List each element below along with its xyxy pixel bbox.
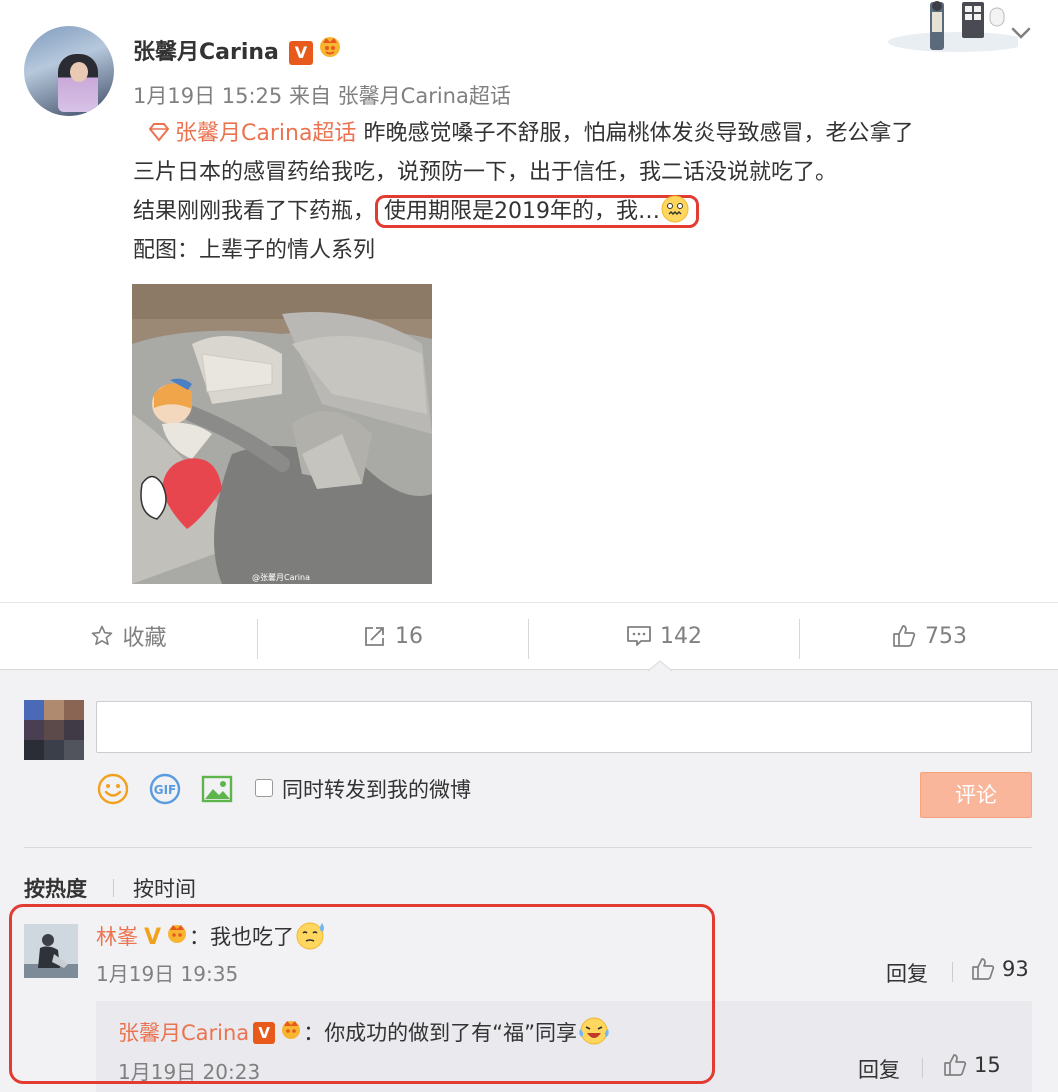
divider [24,847,1032,848]
post-text-line4: 配图：上辈子的情人系列 [133,238,376,263]
post-meta: 1月19日 15:25 来自 张馨月Carina超话 [133,80,511,110]
post-source[interactable]: 张馨月Carina超话 [338,84,511,108]
sort-by-hot-tab[interactable]: 按热度 [24,873,87,903]
comment-text: 我也吃了 [210,925,295,949]
reply-to-reply-button[interactable]: 回复 [858,1054,900,1084]
divider [952,962,953,982]
post-photo[interactable]: @张馨月Carina [132,284,432,584]
thumbs-up-icon [944,1054,967,1076]
crown-badge-icon [168,925,187,943]
comment-count: 142 [660,623,702,649]
comment-caret-icon [648,660,672,672]
post-text: 张馨月Carina超话 昨晚感觉嗓子不舒服，怕扁桃体发炎导致感冒，老公拿了 三片… [133,114,1033,270]
highlighted-phrase: 使用期限是2019年的，我… [375,195,700,228]
favorite-label: 收藏 [122,626,167,651]
comment-icon [627,626,651,646]
thumbs-up-icon [972,958,995,980]
comment-like-count: 93 [1002,957,1029,981]
commenter-avatar-illustration [24,924,78,978]
sort-by-time-tab[interactable]: 按时间 [133,873,196,903]
photo-illustration: @张馨月Carina [132,284,432,584]
thumbs-up-icon [893,625,916,647]
super-topic-link[interactable]: 张馨月Carina超话 [175,121,356,146]
reply-author-name[interactable]: 张馨月Carina [118,1021,249,1045]
reply-colon: ： [303,1021,325,1045]
action-bar: 收藏 16 142 753 [0,602,1058,670]
repost-count: 16 [395,623,423,649]
repost-button[interactable]: 16 [258,603,528,669]
photo-watermark: @张馨月Carina [252,573,310,582]
verified-badge-icon: V [253,1022,276,1044]
post-text-line3b: 使用期限是2019年的，我… [384,199,661,224]
crown-badge-icon [282,1021,301,1039]
chevron-down-icon[interactable] [1010,22,1032,44]
star-icon [92,625,113,646]
reply-line: 张馨月Carina V ：你成功的做到了有“福”同享 [118,1015,611,1047]
my-avatar[interactable] [24,700,84,760]
comment-input[interactable] [96,701,1032,753]
decoration-illustration-icon [888,1,1018,52]
smiley-icon[interactable] [96,772,130,806]
comment-line: 林峯 V ：我也吃了 [96,919,328,951]
topic-diamond-icon [148,123,170,142]
reply-text: 你成功的做到了有“福”同享 [324,1021,577,1045]
laugh-cry-emoji-icon [579,1017,609,1045]
sort-divider [113,879,114,897]
comment-colon: ： [189,925,211,949]
reply-time: 1月19日 20:23 [118,1060,261,1084]
post-text-line3a: 结果刚刚我看了下药瓶， [133,199,376,224]
author-name[interactable]: 张馨月Carina [133,40,279,65]
gif-icon[interactable]: GIF [148,772,182,806]
repost-checkbox-label: 同时转发到我的微博 [282,778,471,802]
post-text-line1: 昨晚感觉嗓子不舒服，怕扁桃体发炎导致感冒，老公拿了 [363,121,914,146]
like-button[interactable]: 753 [800,603,1058,669]
favorite-button[interactable]: 收藏 [0,603,257,669]
divider [922,1058,923,1078]
post-text-line2: 三片日本的感冒药给我吃，说预防一下，出于信任，我二话没说就吃了。 [133,160,838,185]
sweat-emoji-icon [296,922,325,950]
submit-comment-button[interactable]: 评论 [920,772,1032,818]
post-date[interactable]: 1月19日 15:25 [133,84,282,108]
speechless-emoji-icon [661,195,689,223]
repost-icon [365,627,384,646]
reply-button[interactable]: 回复 [886,958,928,988]
image-icon[interactable] [200,772,234,806]
repost-checkbox[interactable] [255,779,273,797]
svg-text:GIF: GIF [154,783,177,797]
post-line-3: 结果刚刚我看了下药瓶， 使用期限是2019年的，我… [133,192,1033,231]
gold-verified-badge-icon: V [144,925,162,950]
author-avatar[interactable] [24,26,114,116]
reply-like-button[interactable]: 15 [942,1052,1001,1078]
comment-like-button[interactable]: 93 [970,956,1029,982]
comment-time: 1月19日 19:35 [96,962,239,986]
post-line-1: 张馨月Carina超话 昨晚感觉嗓子不舒服，怕扁桃体发炎导致感冒，老公拿了 [133,114,1033,153]
avatar-face [70,62,88,82]
commenter-name[interactable]: 林峯 [96,925,138,949]
author-name-row: 张馨月Carina V [133,34,343,66]
commenter-avatar[interactable] [24,924,78,978]
verified-badge-icon: V [288,41,313,65]
reply-like-count: 15 [974,1053,1001,1077]
crown-badge-icon [319,37,340,57]
source-prefix: 来自 [288,84,331,108]
like-count: 753 [925,623,967,649]
